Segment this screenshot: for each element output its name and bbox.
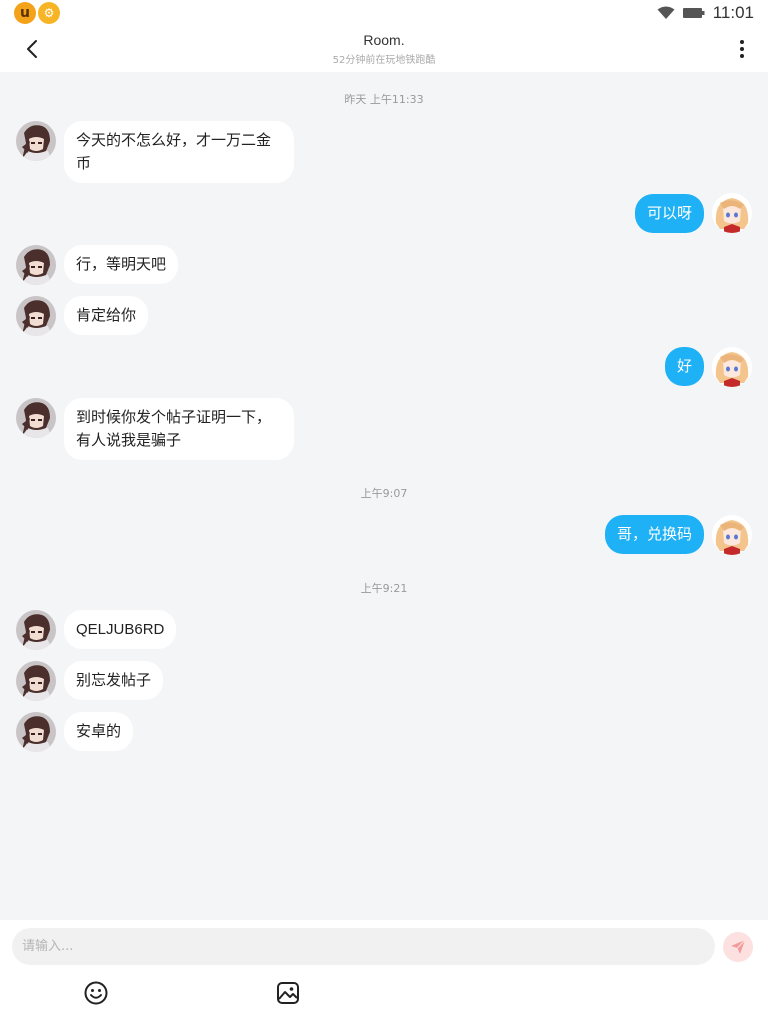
- chat-header: Room. 52分钟前在玩地铁跑酷: [0, 26, 768, 72]
- avatar[interactable]: [16, 610, 56, 650]
- send-icon: [731, 939, 746, 954]
- timestamp: 上午9:21: [360, 582, 408, 595]
- avatar[interactable]: [16, 245, 56, 285]
- timestamp: 昨天 上午11:33: [344, 93, 424, 106]
- avatar[interactable]: [712, 193, 752, 233]
- message-bubble[interactable]: 行，等明天吧: [64, 245, 179, 284]
- battery-icon: [682, 8, 705, 18]
- avatar[interactable]: [16, 712, 56, 752]
- chat-subtitle: 52分钟前在玩地铁跑酷: [332, 55, 436, 66]
- message-bubble[interactable]: 到时候你发个帖子证明一下，有人说我是骗子: [64, 398, 294, 460]
- message-bubble[interactable]: QELJUB6RD: [64, 610, 177, 649]
- status-bar: u ⚙ 11:01: [0, 0, 768, 26]
- timestamp: 上午9:07: [360, 487, 408, 500]
- avatar[interactable]: [712, 347, 752, 387]
- message-bubble[interactable]: 别忘发帖子: [64, 661, 164, 700]
- message-input[interactable]: [12, 928, 715, 965]
- message-bubble[interactable]: 今天的不怎么好，才一万二金币: [64, 121, 294, 183]
- send-button[interactable]: [723, 932, 753, 962]
- message-bubble[interactable]: 好: [664, 347, 704, 386]
- avatar[interactable]: [16, 121, 56, 161]
- chat-title: Room.: [363, 32, 405, 48]
- avatar[interactable]: [16, 661, 56, 701]
- more-vertical-icon[interactable]: [732, 38, 752, 60]
- composer-bar: [0, 920, 768, 1024]
- avatar[interactable]: [16, 398, 56, 438]
- app-notification-icon: u: [14, 2, 36, 24]
- message-bubble[interactable]: 可以呀: [634, 194, 704, 233]
- avatar[interactable]: [16, 296, 56, 336]
- message-bubble[interactable]: 哥，兑换码: [604, 515, 704, 554]
- image-icon[interactable]: [275, 980, 301, 1006]
- status-time: 11:01: [712, 3, 754, 22]
- avatar[interactable]: [712, 515, 752, 555]
- message-bubble[interactable]: 安卓的: [64, 712, 134, 751]
- wifi-icon: [657, 6, 675, 19]
- emoji-icon[interactable]: [83, 980, 109, 1006]
- message-bubble[interactable]: 肯定给你: [64, 296, 149, 335]
- message-list[interactable]: 昨天 上午11:33 今天的不怎么好，才一万二金币 可以呀 行，等明天吧 肯定给…: [0, 72, 768, 920]
- app-notification-icon: ⚙: [38, 2, 60, 24]
